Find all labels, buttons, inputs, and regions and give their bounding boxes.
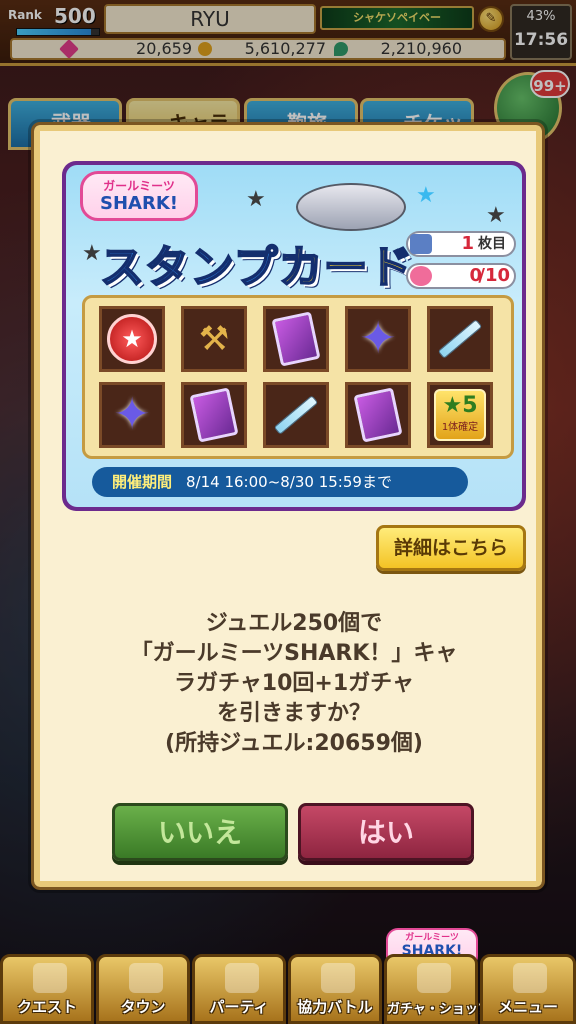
- nav-label: クエスト: [16, 998, 77, 1016]
- confirm-message: ジュエル250個で 「ガールミーツSHARK！」キャ ラガチャ10回+1ガチャ …: [60, 609, 528, 759]
- nav-label: 協力バトル: [297, 998, 373, 1016]
- stamp-total: /10: [478, 265, 510, 286]
- event-logo: ガールミーツ SHARK!: [80, 171, 198, 221]
- period-text: 8/14 16:00~8/30 15:59まで: [186, 473, 392, 491]
- nav-quest[interactable]: クエスト: [0, 954, 94, 1024]
- nav-town[interactable]: タウン: [96, 954, 190, 1024]
- details-button[interactable]: 詳細はこちら: [376, 525, 526, 571]
- message-line: (所持ジュエル:20659個): [165, 731, 423, 756]
- stamp-title-card: カード: [278, 241, 414, 294]
- nav-label: パーティ: [209, 998, 269, 1016]
- shield-icon: [321, 963, 355, 993]
- sheet-unit: 枚目: [478, 236, 506, 252]
- stamp-grid: ★ ⚒ ✦ ✦ ★5 1体確定: [82, 295, 514, 459]
- bottom-navigation: クエスト タウン パーティ 協力バトル ガチャ・ショップ メニュー: [0, 954, 576, 1024]
- sheet-count: 1: [461, 233, 474, 254]
- event-logo-top: ガールミーツ: [103, 179, 175, 193]
- sword-icon: [437, 319, 483, 359]
- message-line: ジュエル250個で: [205, 611, 383, 636]
- stamp-count-pill: 0 /10: [406, 263, 516, 289]
- star-crystal-icon: ✦: [113, 389, 151, 440]
- stamp-cell: ★5 1体確定: [427, 382, 493, 448]
- yes-button[interactable]: はい: [298, 803, 474, 861]
- star-crystal-icon: ✦: [359, 313, 397, 364]
- star-icon: ★: [82, 241, 102, 266]
- sword-icon: [273, 395, 319, 435]
- sheet-count-pill: 1 枚目: [406, 231, 516, 257]
- scroll-icon: [513, 963, 547, 993]
- stamp-cell: ✦: [99, 382, 165, 448]
- nav-party[interactable]: パーティ: [192, 954, 286, 1024]
- party-icon: [225, 963, 259, 993]
- nav-label: メニュー: [497, 998, 558, 1016]
- nav-gacha-shop[interactable]: ガチャ・ショップ: [384, 954, 491, 1024]
- airship-illustration: [296, 183, 406, 231]
- nav-coop-battle[interactable]: 協力バトル: [288, 954, 382, 1024]
- stamp-cell: [427, 306, 493, 372]
- stamp-cell: [263, 382, 329, 448]
- spell-book-icon: [189, 387, 239, 443]
- stamp-icon: [410, 266, 432, 286]
- card-icon: [410, 234, 432, 254]
- five-star-label: ★5: [442, 393, 478, 418]
- red-emblem-icon: ★: [107, 314, 157, 364]
- event-period-bar: 開催期間 8/14 16:00~8/30 15:59まで: [92, 467, 468, 497]
- stamp-cell: [263, 306, 329, 372]
- message-line: を引きますか？: [216, 701, 371, 726]
- no-button[interactable]: いいえ: [112, 803, 288, 861]
- spell-book-icon: [271, 311, 321, 367]
- event-logo-small-top: ガールミーツ: [405, 933, 459, 943]
- stamp-card-title: スタンプカード: [99, 235, 420, 301]
- star-icon: ★: [486, 203, 506, 228]
- five-star-note: 1体確定: [441, 422, 479, 433]
- gacha-confirm-dialog: ガールミーツ SHARK! ★ ★ ★ ★ スタンプカード 1 枚目 0 /10: [31, 122, 545, 890]
- period-label: 開催期間: [112, 473, 173, 491]
- event-logo-bottom: SHARK!: [100, 193, 178, 214]
- hammer-icon: ⚒: [198, 319, 230, 359]
- stamp-cell: ★: [99, 306, 165, 372]
- stamp-cell: [345, 382, 411, 448]
- nav-label: ガチャ・ショップ: [387, 1002, 491, 1017]
- star-icon: ★: [246, 187, 266, 212]
- message-line: 「ガールミーツSHARK！」キャ: [130, 641, 458, 666]
- stamp-cell: [181, 382, 247, 448]
- town-icon: [129, 963, 163, 993]
- stamp-title-main: スタンプ: [99, 241, 279, 294]
- stamp-cell: ✦: [345, 306, 411, 372]
- message-line: ラガチャ10回+1ガチャ: [174, 671, 414, 696]
- gacha-icon: [417, 963, 451, 993]
- nav-label: タウン: [120, 998, 166, 1016]
- spell-book-icon: [353, 387, 403, 443]
- stamp-card-banner: ガールミーツ SHARK! ★ ★ ★ ★ スタンプカード 1 枚目 0 /10: [62, 161, 526, 511]
- nav-menu[interactable]: メニュー: [480, 954, 576, 1024]
- map-icon: [33, 963, 67, 993]
- stamp-cell: ⚒: [181, 306, 247, 372]
- star-icon: ★: [416, 183, 436, 208]
- five-star-guarantee-icon: ★5 1体確定: [434, 389, 486, 441]
